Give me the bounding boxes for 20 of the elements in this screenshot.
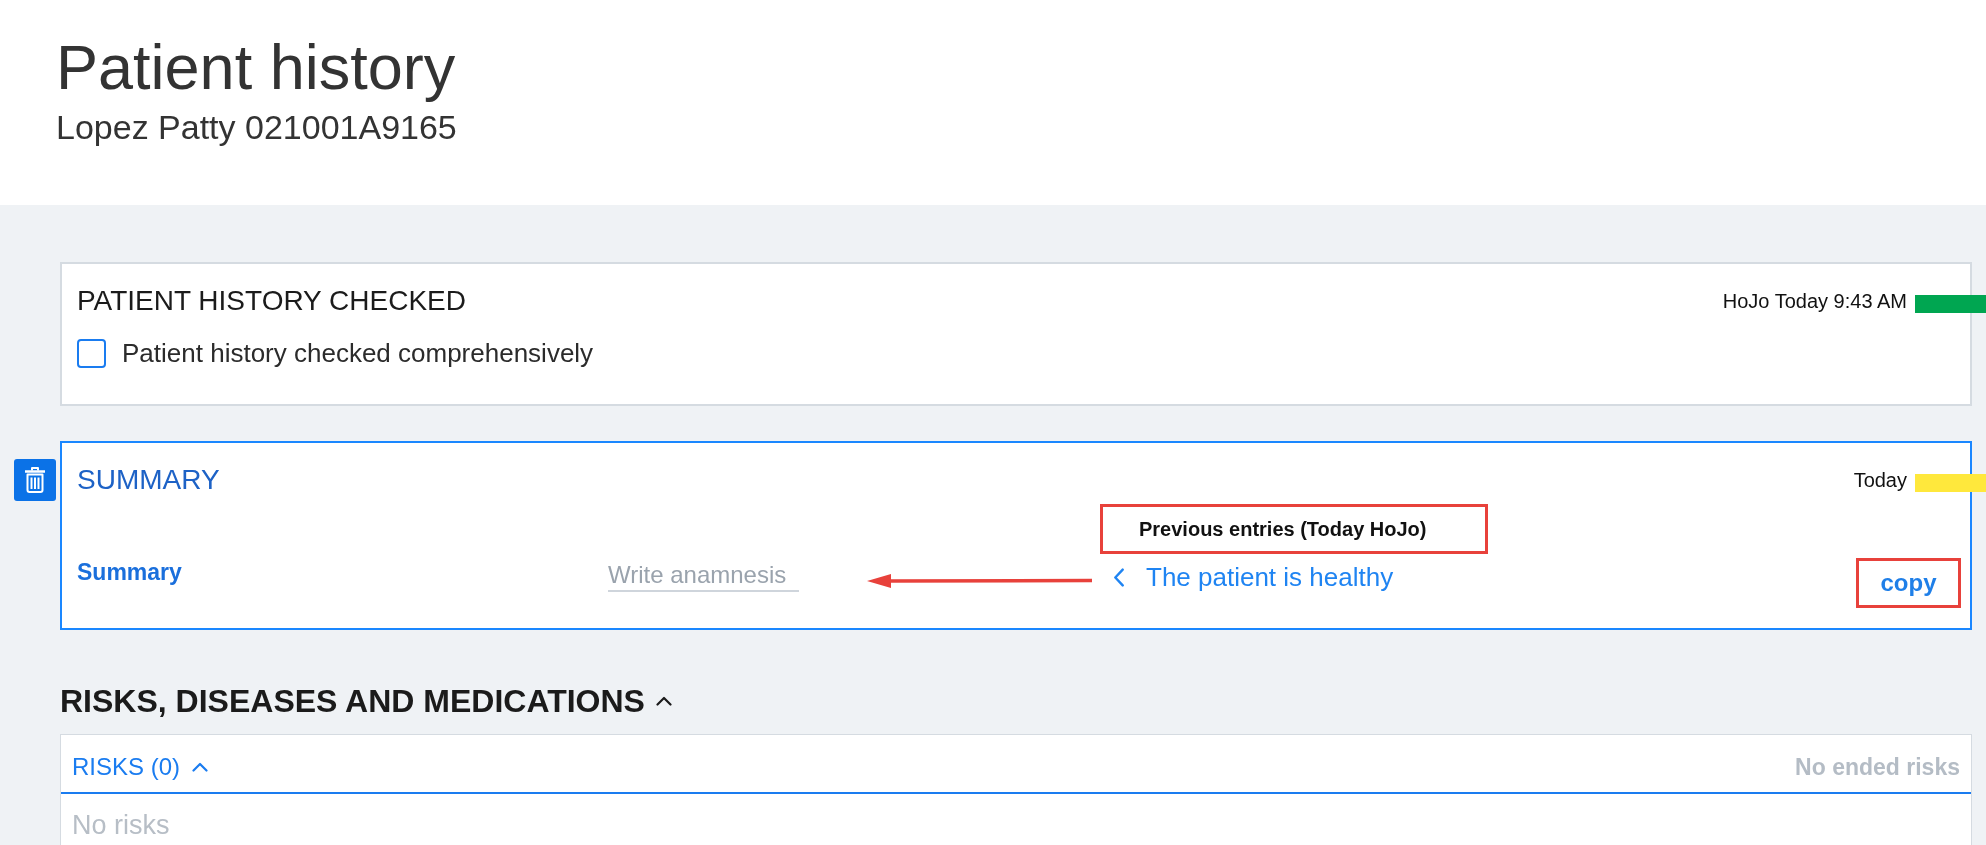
entry-timestamp: HoJo Today 9:43 AM <box>1722 289 1907 313</box>
entry-timestamp: Today <box>1853 468 1907 492</box>
section-heading: RISKS, DISEASES AND MEDICATIONS <box>60 682 645 720</box>
previous-entry-text[interactable]: The patient is healthy <box>1146 563 1394 591</box>
patient-name: Lopez Patty 021001A9165 <box>56 110 457 144</box>
card-title: SUMMARY <box>77 463 220 497</box>
field-label: Summary <box>77 559 182 585</box>
chevron-left-icon[interactable] <box>1113 567 1125 587</box>
checkbox[interactable] <box>77 338 106 368</box>
ended-risks-note: No ended risks <box>1795 752 1960 781</box>
trash-icon <box>25 467 45 493</box>
previous-entries-heading: Previous entries (Today HoJo) <box>1100 504 1488 554</box>
chevron-up-icon[interactable] <box>655 696 672 706</box>
anamnesis-input[interactable]: Write anamnesis <box>608 560 799 592</box>
card-title: PATIENT HISTORY CHECKED <box>77 284 466 318</box>
risks-toggle[interactable]: RISKS (0) <box>72 752 209 781</box>
copy-button[interactable]: copy <box>1856 558 1961 608</box>
delete-button[interactable] <box>14 459 56 501</box>
checkbox-label: Patient history checked comprehensively <box>122 338 594 368</box>
empty-message: No risks <box>72 810 170 840</box>
